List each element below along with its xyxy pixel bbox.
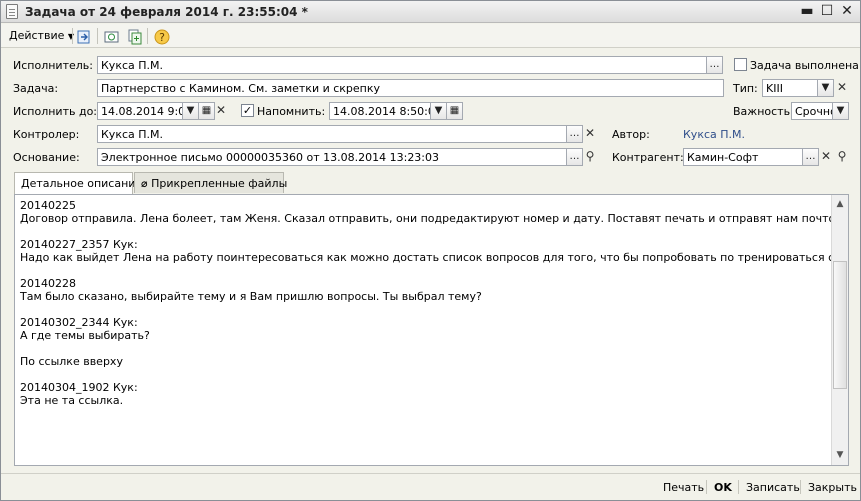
basis-search-icon[interactable]: ⚲ [583,148,597,166]
text-line: 20140302_2344 Кук: [20,316,138,329]
save-button[interactable]: Записать [746,481,800,494]
text-line: 20140225 [20,199,76,212]
tab-detailed-description[interactable]: Детальное описание [14,172,142,194]
text-line: 20140304_1902 Кук: [20,381,138,394]
due-calendar-icon[interactable]: ▦ [198,102,215,120]
executor-field[interactable]: Кукса П.М. [97,56,707,74]
description-textarea[interactable]: 20140225 Договор отправила. Лена болеет,… [14,194,849,466]
task-label: Задача: [13,82,59,95]
text-line: Там было сказано, выбирайте тему и я Вам… [20,290,482,303]
due-dropdown-button[interactable]: ▼ [182,102,199,120]
importance-field[interactable]: Срочно [791,102,833,120]
toolbar: Действие ▼ ? [1,24,860,48]
counterparty-search-icon[interactable]: ⚲ [835,148,849,166]
text-line: А где темы выбирать? [20,329,150,342]
controller-clear-icon[interactable]: ✕ [583,125,597,143]
tab-label: Детальное описание [21,177,143,190]
close-icon[interactable]: ✕ [838,3,856,20]
counterparty-clear-icon[interactable]: ✕ [819,148,833,166]
help-icon[interactable]: ? [152,27,170,45]
text-line: Эта не та ссылка. [20,394,124,407]
title-bar: Задача от 24 февраля 2014 г. 23:55:04 * … [1,1,860,23]
type-label: Тип: [733,82,758,95]
scrollbar-thumb[interactable] [833,261,847,389]
close-button[interactable]: Закрыть [808,481,857,494]
scroll-up-icon[interactable]: ▲ [834,198,846,211]
button-separator [800,480,801,494]
due-clear-icon[interactable]: ✕ [214,102,228,120]
importance-label: Важность: [733,105,794,118]
importance-dropdown-button[interactable]: ▼ [832,102,849,120]
due-date-field[interactable]: 14.08.2014 9:00 [97,102,183,120]
toolbar-separator [72,28,73,44]
counterparty-field[interactable]: Камин-Софт [683,148,803,166]
text-line: Надо как выйдет Лена на работу поинтерес… [20,251,849,264]
button-separator [738,480,739,494]
svg-text:?: ? [159,31,165,44]
due-label: Исполнить до: [13,105,97,118]
remind-calendar-icon[interactable]: ▦ [446,102,463,120]
ok-button[interactable]: OK [714,481,732,494]
toolbar-separator [97,28,98,44]
remind-checkbox[interactable]: ✓ [241,104,254,117]
author-link[interactable]: Кукса П.М. [683,128,745,141]
reread-icon[interactable] [102,27,120,45]
basis-label: Основание: [13,151,80,164]
post-and-close-icon[interactable] [74,27,92,45]
text-line: По ссылке вверху [20,355,123,368]
text-line: 20140227_2357 Кук: [20,238,138,251]
controller-field[interactable]: Кукса П.М. [97,125,567,143]
remind-dropdown-button[interactable]: ▼ [430,102,447,120]
scroll-down-icon[interactable]: ▼ [834,449,846,462]
controller-label: Контролер: [13,128,80,141]
counterparty-select-button[interactable]: … [802,148,819,166]
type-field[interactable]: KIII [762,79,818,97]
basis-select-button[interactable]: … [566,148,583,166]
text-line: Договор отправила. Лена болеет, там Женя… [20,212,846,225]
author-label: Автор: [612,128,650,141]
counterparty-label: Контрагент: [612,151,684,164]
copy-icon[interactable] [125,27,143,45]
button-separator [706,480,707,494]
vertical-scrollbar[interactable]: ▲ ▼ [831,195,848,465]
action-menu-label: Действие [9,29,65,42]
paperclip-icon: ⌀ [141,177,148,190]
type-clear-icon[interactable]: ✕ [835,79,849,97]
remind-datetime-field[interactable]: 14.08.2014 8:50:00 [329,102,431,120]
controller-select-button[interactable]: … [566,125,583,143]
text-line: 20140228 [20,277,76,290]
window-title: Задача от 24 февраля 2014 г. 23:55:04 * [25,5,308,19]
toolbar-separator [147,28,148,44]
document-icon [6,4,18,19]
executor-select-button[interactable]: … [706,56,723,74]
action-menu[interactable]: Действие ▼ [9,29,74,42]
type-dropdown-button[interactable]: ▼ [817,79,834,97]
tab-label: Прикрепленные файлы [151,177,288,190]
task-done-checkbox[interactable] [734,58,747,71]
task-field[interactable]: Партнерство с Камином. См. заметки и скр… [97,79,724,97]
print-button[interactable]: Печать [663,481,704,494]
tab-attached-files[interactable]: ⌀ Прикрепленные файлы [134,172,288,193]
maximize-icon[interactable]: ☐ [818,3,836,20]
basis-field[interactable]: Электронное письмо 00000035360 от 13.08.… [97,148,567,166]
bottom-command-bar: Печать OK Записать Закрыть [1,473,860,500]
minimize-icon[interactable]: ▬ [798,3,816,20]
task-done-label: Задача выполнена [750,59,859,72]
remind-label: Напомнить: [257,105,326,118]
task-window: Задача от 24 февраля 2014 г. 23:55:04 * … [0,0,861,501]
executor-label: Исполнитель: [13,59,93,72]
